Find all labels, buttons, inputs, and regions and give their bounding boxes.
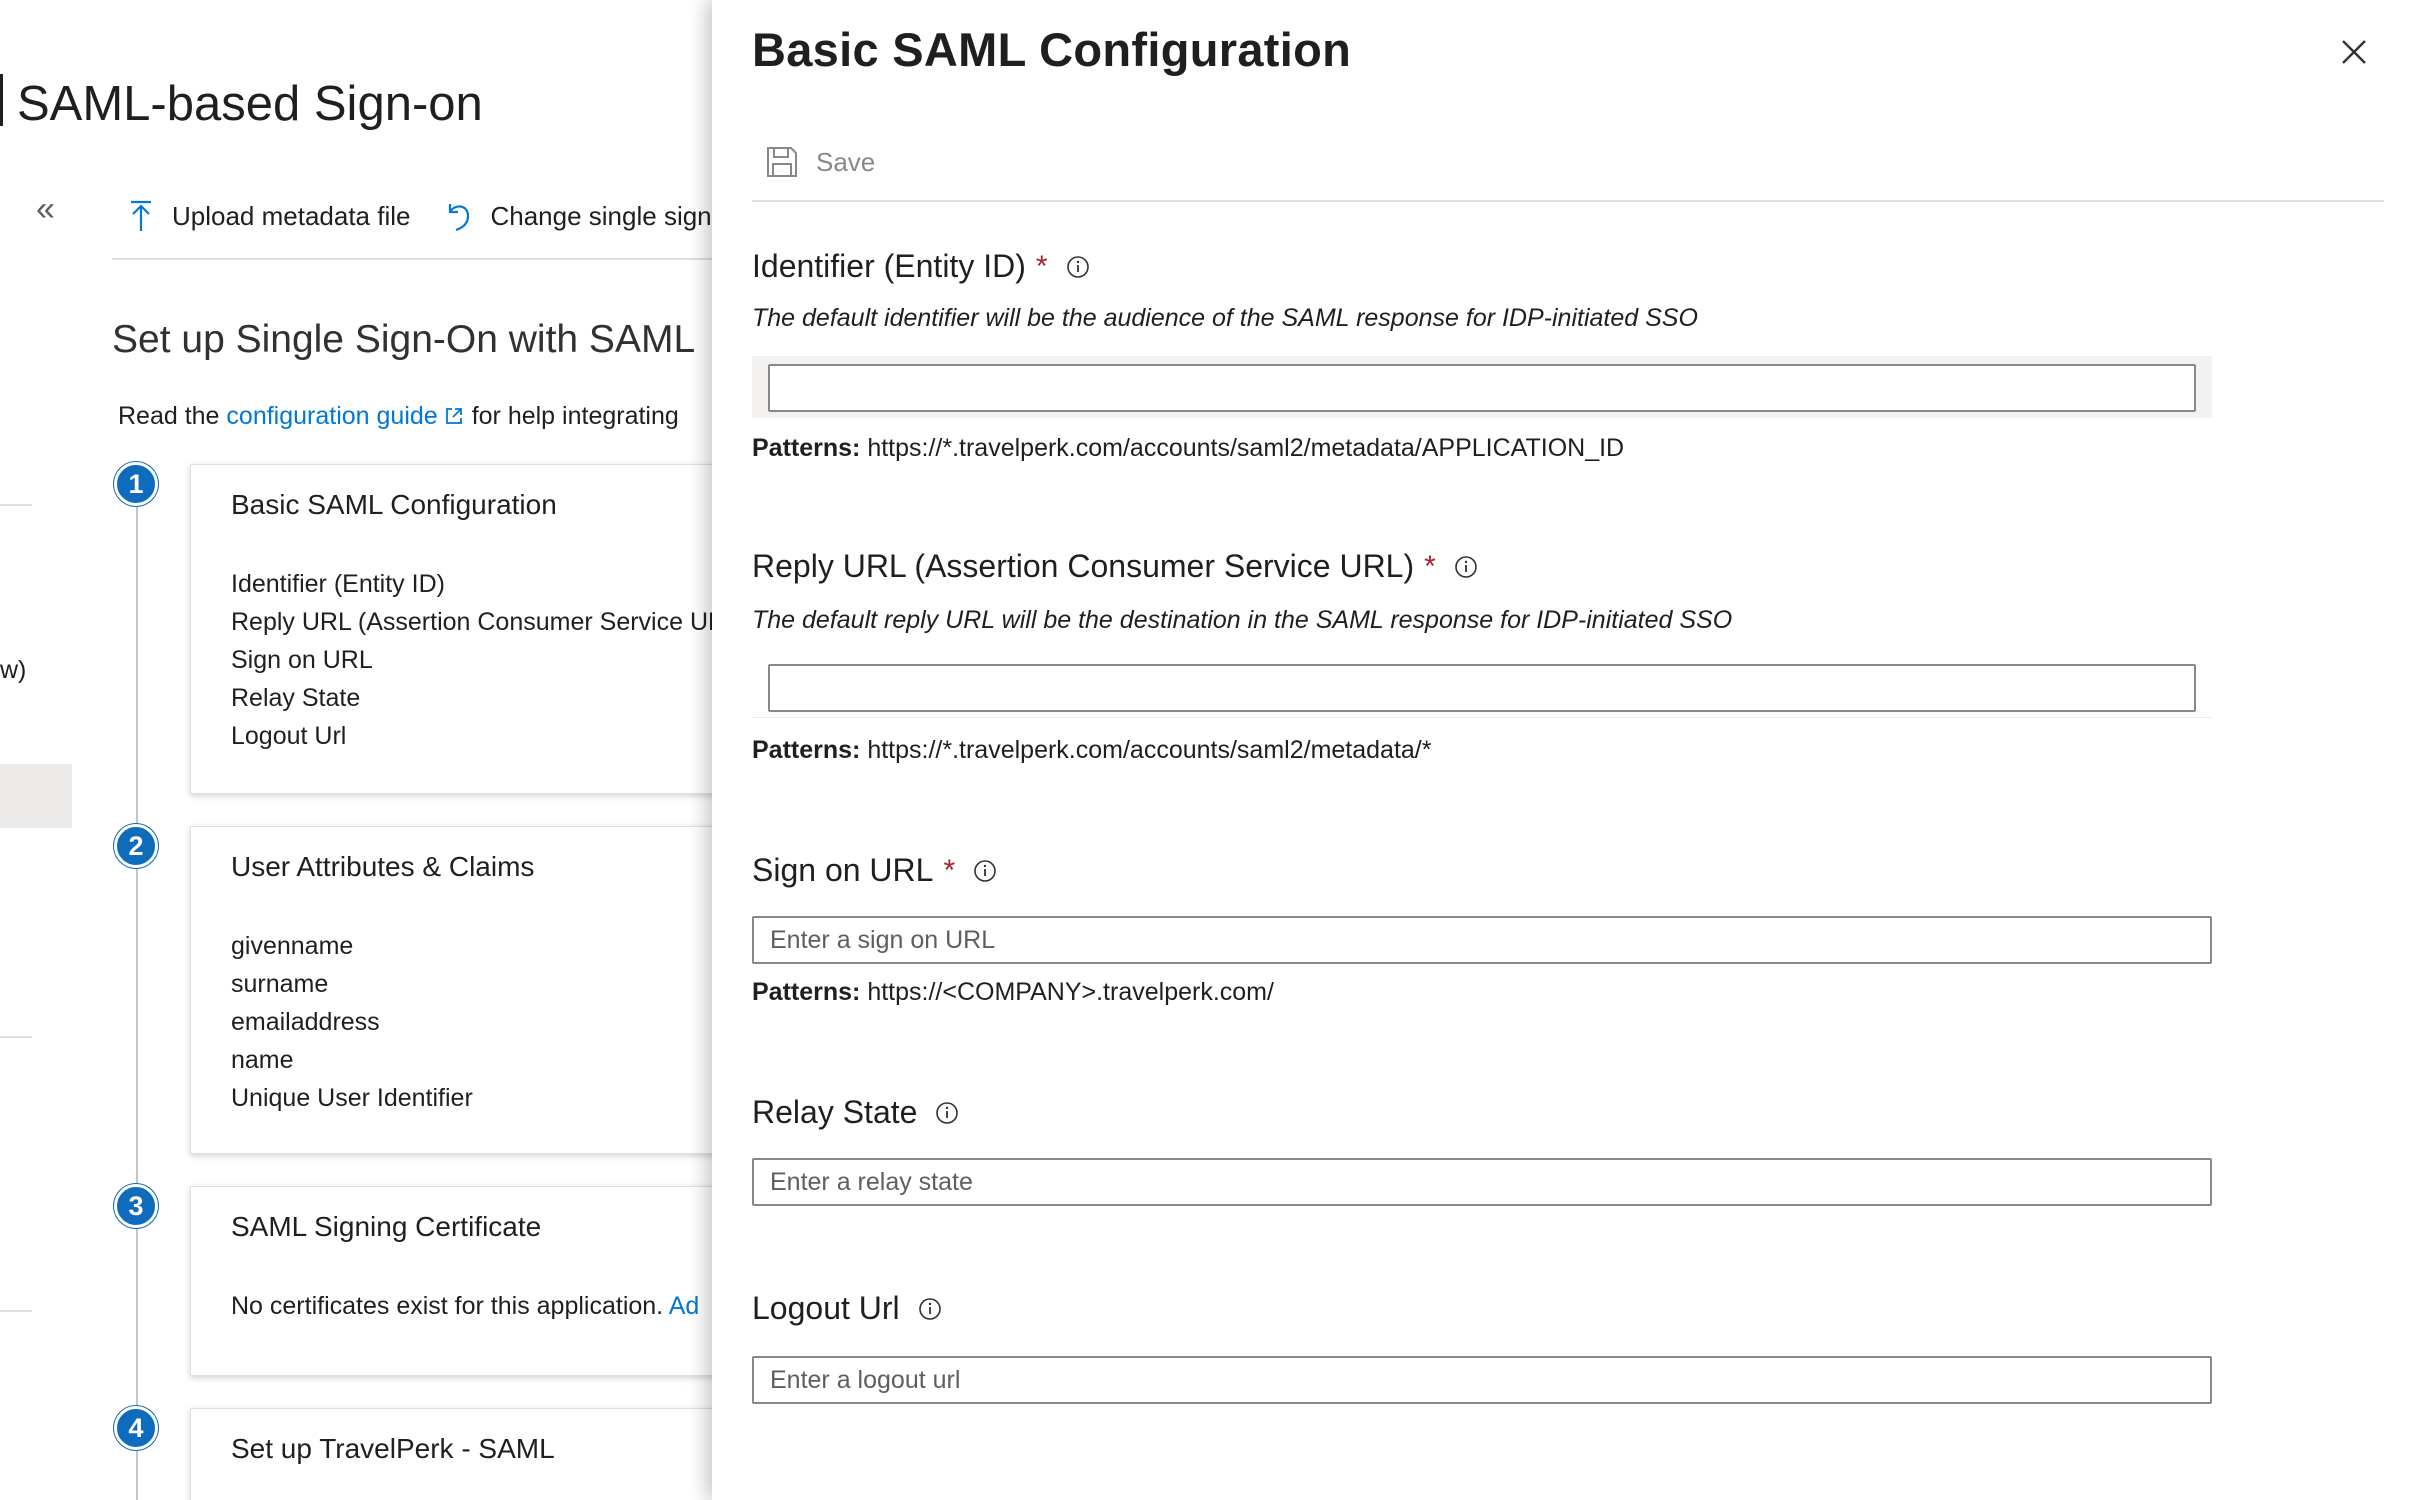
upload-arrow-icon xyxy=(131,200,151,231)
sign-on-url-input[interactable] xyxy=(752,916,2212,964)
info-icon[interactable] xyxy=(935,1101,959,1125)
save-button[interactable]: Save xyxy=(766,146,875,178)
identifier-row xyxy=(752,356,2212,418)
step-card-line: name xyxy=(231,1046,294,1074)
sign-on-url-label: Sign on URL * xyxy=(752,852,997,889)
step-card-line: Reply URL (Assertion Consumer Service UR xyxy=(231,608,712,636)
reply-url-description: The default reply URL will be the destin… xyxy=(752,606,1733,634)
required-indicator: * xyxy=(1035,249,1048,283)
info-icon[interactable] xyxy=(1454,555,1478,579)
identifier-description: The default identifier will be the audie… xyxy=(752,304,1698,332)
sidebar-divider xyxy=(0,1036,32,1038)
toolbar-divider xyxy=(112,258,712,260)
step-card-set-up-app: Set up TravelPerk - SAML xyxy=(190,1408,712,1500)
info-icon[interactable] xyxy=(1066,255,1090,279)
collapse-sidebar-icon[interactable]: « xyxy=(36,190,55,229)
step-card-line: Logout Url xyxy=(231,722,347,750)
step-card-line: Sign on URL xyxy=(231,646,373,674)
sidebar-divider xyxy=(0,504,32,506)
logout-url-label: Logout Url xyxy=(752,1290,942,1327)
background-blade: SAML-based Sign-on « Upload metadata fil… xyxy=(0,0,712,1500)
basic-saml-configuration-panel: Basic SAML Configuration Save Identifier… xyxy=(712,0,2422,1500)
step-card-user-attributes: User Attributes & Claims givenname surna… xyxy=(190,826,712,1154)
identifier-label: Identifier (Entity ID) * xyxy=(752,248,1090,285)
logout-url-input[interactable] xyxy=(752,1356,2212,1404)
info-icon[interactable] xyxy=(918,1297,942,1321)
step-card-title: Basic SAML Configuration xyxy=(231,489,557,520)
reply-url-label: Reply URL (Assertion Consumer Service UR… xyxy=(752,548,1478,585)
toolbar-divider xyxy=(752,200,2384,202)
step-card-line: Unique User Identifier xyxy=(231,1084,473,1112)
background-toolbar: Upload metadata file Change single sign xyxy=(128,200,712,232)
page-title: SAML-based Sign-on xyxy=(0,74,483,132)
close-button[interactable] xyxy=(2332,30,2376,74)
step-card-basic-saml: Basic SAML Configuration Identifier (Ent… xyxy=(190,464,712,794)
identifier-input[interactable] xyxy=(768,364,2196,412)
configuration-guide-link[interactable]: configuration guide xyxy=(226,402,437,430)
required-indicator: * xyxy=(943,853,956,887)
undo-icon xyxy=(449,204,470,232)
setup-title: Set up Single Sign-On with SAML xyxy=(112,318,696,361)
step-card-title: Set up TravelPerk - SAML xyxy=(231,1433,555,1464)
sign-on-url-pattern: Patterns: https://<COMPANY>.travelperk.c… xyxy=(752,978,1274,1006)
upload-metadata-button[interactable]: Upload metadata file xyxy=(128,200,410,232)
step-card-line: Relay State xyxy=(231,684,361,712)
step-card-title: SAML Signing Certificate xyxy=(231,1211,542,1242)
identifier-pattern: Patterns: https://*.travelperk.com/accou… xyxy=(752,434,1625,462)
step-card-signing-certificate: SAML Signing Certificate No certificates… xyxy=(190,1186,712,1376)
step-number-badge: 4 xyxy=(114,1406,158,1450)
close-icon xyxy=(2342,40,2366,64)
reply-url-pattern: Patterns: https://*.travelperk.com/accou… xyxy=(752,736,1432,764)
step-card-line: surname xyxy=(231,970,329,998)
sidebar-selected-item[interactable] xyxy=(0,764,72,828)
relay-state-input[interactable] xyxy=(752,1158,2212,1206)
step-card-line: No certificates exist for this applicati… xyxy=(231,1292,700,1320)
step-card-line: emailaddress xyxy=(231,1008,380,1036)
required-indicator: * xyxy=(1424,549,1436,583)
change-single-sign-on-button[interactable]: Change single sign xyxy=(444,200,712,232)
sidebar-text-fragment: w) xyxy=(0,656,27,684)
add-certificate-link[interactable]: Ad xyxy=(669,1292,700,1320)
relay-state-label: Relay State xyxy=(752,1094,959,1131)
step-card-title: User Attributes & Claims xyxy=(231,851,535,882)
step-card-line: Identifier (Entity ID) xyxy=(231,570,445,598)
guide-text: Read the configuration guide for help in… xyxy=(118,402,679,430)
save-icon xyxy=(767,147,797,177)
external-link-icon xyxy=(445,408,462,424)
reply-url-row xyxy=(752,656,2212,718)
step-number-badge: 1 xyxy=(114,462,158,506)
step-connector-line xyxy=(136,484,138,1500)
step-card-line: givenname xyxy=(231,932,354,960)
panel-title: Basic SAML Configuration xyxy=(752,23,1352,76)
step-number-badge: 2 xyxy=(114,824,158,868)
info-icon[interactable] xyxy=(973,859,997,883)
reply-url-input[interactable] xyxy=(768,664,2196,712)
step-number-badge: 3 xyxy=(114,1184,158,1228)
sidebar-divider xyxy=(0,1310,32,1312)
